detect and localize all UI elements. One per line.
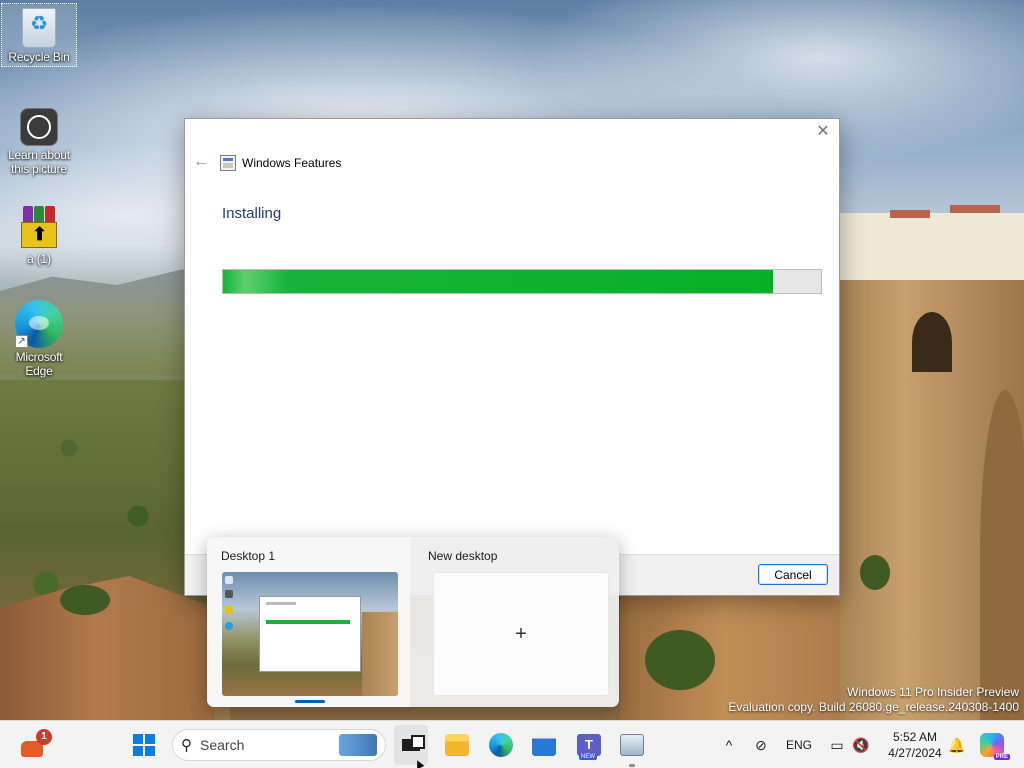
desktop-icon-label: Recycle Bin (8, 50, 70, 64)
windows-features-icon (220, 155, 236, 171)
camera-icon (20, 108, 58, 146)
copilot-button[interactable]: PRE (980, 733, 1010, 760)
windows-features-dialog: ✕ ← Windows Features Installing Cancel (184, 118, 840, 596)
taskbar-search-box[interactable]: ⚲ Search (172, 729, 386, 761)
taskbar-app-edge[interactable] (484, 721, 518, 768)
cancel-button[interactable]: Cancel (758, 564, 828, 585)
copilot-preview-badge: PRE (993, 754, 1010, 760)
notification-badge: 1 (36, 729, 52, 745)
virtual-desktop-1[interactable]: Desktop 1 (207, 537, 410, 707)
desktop-icon-recycle-bin[interactable]: Recycle Bin (1, 3, 77, 67)
input-language[interactable]: ENG (784, 721, 814, 768)
display-icon[interactable]: ▭ (826, 721, 848, 768)
network-disconnected-icon[interactable]: ⊘ (750, 721, 772, 768)
winrar-archive-icon: ⬆ (17, 202, 61, 250)
edge-icon: ↗ (15, 300, 63, 348)
wallpaper-bush (60, 585, 110, 615)
active-desktop-indicator (295, 700, 325, 703)
dialog-heading: Installing (222, 205, 282, 222)
desktop-label: New desktop (428, 549, 498, 563)
task-view-flyout: Desktop 1 New desktop + (207, 537, 619, 707)
dialog-title: Windows Features (242, 156, 342, 170)
evaluation-watermark: Windows 11 Pro Insider Preview Evaluatio… (728, 685, 1019, 715)
search-highlight-icon (339, 734, 377, 756)
desktop-icon-label: a (1) (27, 252, 51, 266)
task-view-button[interactable] (394, 725, 428, 765)
back-arrow-icon[interactable]: ← (193, 154, 209, 170)
watermark-line-2: Evaluation copy. Build 26080.ge_release.… (728, 700, 1019, 714)
search-placeholder: Search (200, 737, 245, 753)
taskbar-app-control-panel[interactable] (615, 721, 649, 768)
widgets-button[interactable]: 1 (12, 721, 52, 768)
clock-date: 4/27/2024 (888, 746, 942, 760)
progress-fill (223, 270, 774, 293)
bridge-arch (980, 390, 1024, 720)
close-icon[interactable]: ✕ (815, 124, 831, 140)
desktop-icon-archive[interactable]: ⬆ a (1) (1, 202, 77, 266)
wallpaper-roof (890, 210, 930, 218)
desktop-icon-microsoft-edge[interactable]: ↗ Microsoft Edge (1, 300, 77, 378)
desktop-thumbnail[interactable] (222, 572, 398, 696)
recycle-bin-icon (22, 8, 56, 48)
clock-time: 5:52 AM (892, 730, 938, 744)
taskbar: 1 ⚲ Search T NEW ^ ⊘ ENG ▭ 🔇 5:52 AM 4/2… (0, 720, 1024, 768)
sound-muted-icon[interactable]: 🔇 (850, 721, 872, 768)
search-icon: ⚲ (181, 737, 192, 754)
windows-logo-icon (133, 734, 155, 756)
taskbar-app-file-explorer[interactable] (440, 721, 474, 768)
install-progress-bar (222, 269, 822, 294)
desktop-icon-label: Microsoft Edge (15, 350, 63, 378)
wallpaper-bridge (840, 280, 1024, 720)
teams-icon: T (577, 734, 601, 756)
control-panel-icon (620, 734, 644, 756)
desktop-label: Desktop 1 (221, 549, 276, 563)
show-hidden-icons-button[interactable]: ^ (718, 721, 740, 768)
wallpaper-bush (645, 630, 715, 690)
new-desktop-button[interactable]: + (433, 572, 609, 696)
folder-icon (445, 734, 469, 756)
desktop-icon-learn-about-picture[interactable]: Learn about this picture (1, 108, 77, 176)
taskbar-app-teams[interactable]: T NEW (572, 721, 606, 768)
start-button[interactable] (126, 721, 162, 768)
task-view-icon (402, 735, 425, 751)
bridge-arch (912, 312, 952, 372)
taskbar-app-store[interactable] (527, 721, 561, 768)
teams-new-badge: NEW (579, 754, 597, 760)
system-clock[interactable]: 5:52 AM 4/27/2024 (880, 729, 950, 761)
notifications-icon[interactable]: 🔔 (946, 721, 968, 768)
desktop-icon-label: Learn about this picture (8, 148, 70, 176)
store-icon (532, 734, 556, 756)
watermark-line-1: Windows 11 Pro Insider Preview (847, 685, 1019, 699)
wallpaper-bush (860, 555, 890, 590)
wallpaper-roof (950, 205, 1000, 213)
edge-icon (489, 733, 513, 757)
new-desktop-card[interactable]: New desktop + (414, 537, 619, 707)
running-indicator (629, 764, 635, 767)
shortcut-arrow-icon: ↗ (15, 335, 28, 348)
plus-icon: + (515, 623, 527, 645)
